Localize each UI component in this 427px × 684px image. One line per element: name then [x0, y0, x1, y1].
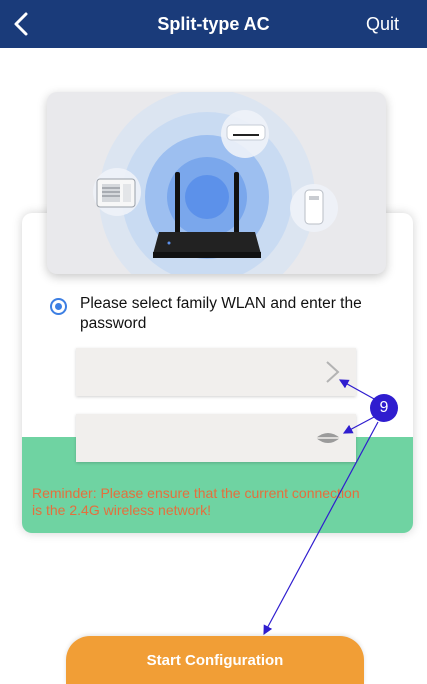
network-illustration-graphic [93, 92, 338, 274]
password-field[interactable] [76, 414, 356, 462]
wall-ac-icon [221, 110, 269, 158]
password-input[interactable] [88, 429, 312, 447]
eye-icon[interactable] [314, 428, 342, 448]
annotation-badge: 9 [370, 394, 398, 422]
top-bar: Split-type AC Quit [0, 0, 427, 48]
quit-button[interactable]: Quit [366, 0, 399, 48]
wlan-select-field[interactable] [76, 348, 356, 396]
page-title: Split-type AC [157, 13, 270, 34]
network-illustration [47, 92, 386, 274]
start-configuration-button[interactable]: Start Configuration [66, 636, 364, 684]
portable-ac-icon [290, 184, 338, 232]
reminder-text: Reminder: Please ensure that the current… [32, 485, 360, 518]
chevron-right-icon [326, 361, 340, 383]
wlan-instruction: Please select family WLAN and enter the … [80, 295, 362, 332]
window-ac-icon [93, 168, 141, 216]
wlan-radio-button[interactable] [50, 298, 67, 315]
